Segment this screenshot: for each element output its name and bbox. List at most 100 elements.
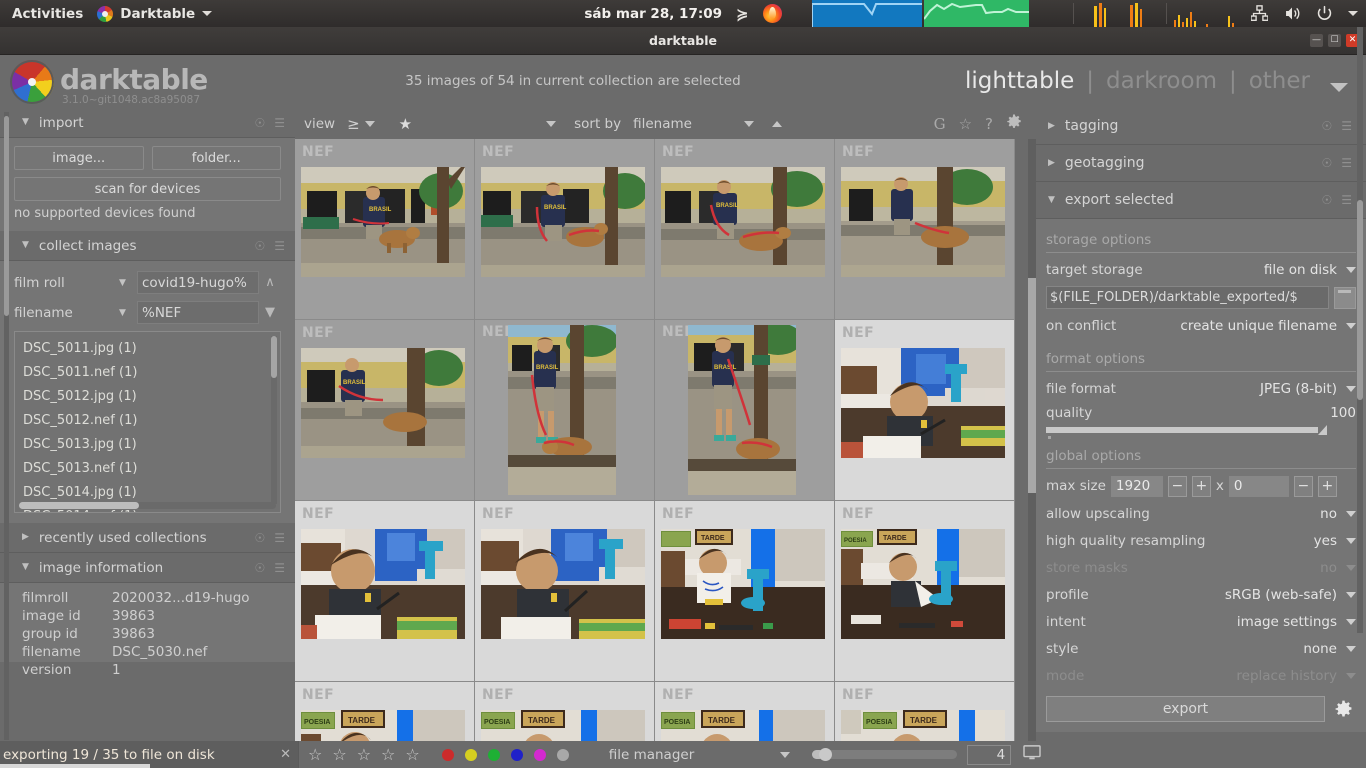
reset-icon[interactable]: ☉ bbox=[1321, 193, 1332, 207]
intent-value[interactable]: image settings bbox=[1237, 614, 1337, 630]
list-item[interactable]: DSC_5012.jpg (1) bbox=[23, 385, 280, 409]
left-panel-scrollbar-thumb[interactable] bbox=[4, 116, 9, 316]
lighttable-thumbnail-grid[interactable]: NEF BRASIL NEF BRASIL NEF BRASIL NEF NEF… bbox=[295, 139, 1028, 741]
allow-upscaling-value[interactable]: no bbox=[1320, 506, 1337, 522]
file-format-value[interactable]: JPEG (8-bit) bbox=[1260, 381, 1337, 397]
thumbnail-cell[interactable]: NEF bbox=[835, 139, 1015, 320]
target-storage-row[interactable]: target storage file on disk bbox=[1046, 256, 1356, 283]
zoom-level-slider[interactable] bbox=[812, 748, 958, 761]
quality-value[interactable]: 100 bbox=[1330, 405, 1356, 421]
layout-mode-label[interactable]: file manager bbox=[609, 747, 695, 763]
list-item[interactable]: DSC_5013.jpg (1) bbox=[23, 433, 280, 457]
style-row[interactable]: style none bbox=[1046, 635, 1356, 662]
store-masks-value[interactable]: no bbox=[1320, 560, 1337, 576]
color-label-yellow[interactable] bbox=[464, 748, 477, 761]
module-header-recently-used-collections[interactable]: ▶ recently used collections ☉ ☰ bbox=[0, 523, 295, 553]
criteria-collapse-icon[interactable]: ∧ bbox=[259, 275, 281, 290]
module-header-image-information[interactable]: ▼ image information ☉ ☰ bbox=[0, 553, 295, 583]
cpu-graph-applet[interactable] bbox=[923, 0, 1029, 27]
criteria-expand-icon[interactable]: ▼ bbox=[259, 305, 281, 320]
rating-filter-chevron-down-icon[interactable] bbox=[546, 120, 557, 127]
thumbnail-cell[interactable]: NEF bbox=[295, 139, 475, 320]
folder-picker-icon[interactable] bbox=[1334, 286, 1356, 309]
presets-menu-icon[interactable]: ☰ bbox=[1341, 156, 1352, 170]
thumbnail-cell[interactable]: NEF POESIA TARDE bbox=[655, 682, 835, 741]
power-icon[interactable] bbox=[1316, 5, 1333, 22]
thumbnail-cell[interactable]: NEF BRASIL bbox=[295, 320, 475, 501]
zotero-indicator-icon[interactable]: ≽ bbox=[736, 5, 749, 23]
preferences-gear-icon[interactable] bbox=[1006, 113, 1022, 134]
criteria-value-filename[interactable]: %NEF bbox=[137, 301, 259, 324]
color-label-green[interactable] bbox=[487, 748, 500, 761]
network-graph-applet[interactable] bbox=[811, 0, 922, 27]
export-progress-toast[interactable]: exporting 19 / 35 to file on disk ✕ bbox=[0, 741, 298, 768]
list-item[interactable]: DSC_5012.nef (1) bbox=[23, 409, 280, 433]
color-label-blue[interactable] bbox=[510, 748, 523, 761]
chevron-down-icon[interactable] bbox=[1346, 645, 1356, 652]
star-4-icon[interactable]: ☆ bbox=[381, 745, 395, 764]
zoom-slider-knob[interactable] bbox=[819, 748, 833, 761]
chevron-down-icon[interactable] bbox=[1348, 11, 1358, 16]
chevron-down-icon[interactable] bbox=[1346, 385, 1356, 392]
close-icon[interactable]: ✕ bbox=[280, 747, 291, 762]
thumbnail-cell[interactable]: NEF bbox=[295, 501, 475, 682]
star-5-icon[interactable]: ☆ bbox=[405, 745, 419, 764]
max-height-decrement-button[interactable]: − bbox=[1293, 475, 1313, 497]
chevron-down-icon[interactable] bbox=[1346, 537, 1356, 544]
filter-operator-label[interactable]: ≥ bbox=[347, 115, 360, 133]
profile-value[interactable]: sRGB (web-safe) bbox=[1225, 587, 1337, 603]
filter-operator-chevron-down-icon[interactable] bbox=[364, 120, 375, 127]
reset-icon[interactable]: ☉ bbox=[254, 531, 265, 545]
thumbnail-cell[interactable]: NEF TARDE bbox=[655, 501, 835, 682]
view-lighttable[interactable]: lighttable bbox=[965, 68, 1074, 94]
star-1-icon[interactable]: ☆ bbox=[308, 745, 322, 764]
on-conflict-value[interactable]: create unique filename bbox=[1180, 318, 1337, 334]
module-header-geotagging[interactable]: ▶ geotagging ☉ ☰ bbox=[1036, 145, 1366, 182]
clock-label[interactable]: sáb mar 28, 17:09 bbox=[584, 6, 722, 22]
reset-icon[interactable]: ☉ bbox=[254, 239, 265, 253]
profile-row[interactable]: profile sRGB (web-safe) bbox=[1046, 581, 1356, 608]
view-other[interactable]: other bbox=[1249, 68, 1310, 94]
maximize-button[interactable]: ☐ bbox=[1328, 34, 1341, 47]
thumbnail-cell[interactable]: NEF bbox=[475, 139, 655, 320]
view-more-chevron-down-icon[interactable] bbox=[1330, 83, 1348, 92]
criteria-value-filmroll[interactable]: covid19-hugo% bbox=[137, 271, 259, 294]
module-header-tagging[interactable]: ▶ tagging ☉ ☰ bbox=[1036, 108, 1366, 145]
high-quality-resampling-row[interactable]: high quality resampling yes bbox=[1046, 527, 1356, 554]
disk-graph-applet[interactable] bbox=[1172, 0, 1254, 27]
presets-menu-icon[interactable]: ☰ bbox=[274, 239, 285, 253]
thumbnail-cell[interactable]: NEF POESIA TARDE bbox=[295, 682, 475, 741]
export-path-input[interactable]: $(FILE_FOLDER)/darktable_exported/$ bbox=[1046, 286, 1329, 309]
scan-for-devices-button[interactable]: scan for devices bbox=[14, 177, 281, 201]
zoom-level-value[interactable]: 4 bbox=[967, 744, 1012, 765]
reset-icon[interactable]: ☉ bbox=[254, 561, 265, 575]
chevron-down-icon[interactable] bbox=[1346, 672, 1356, 679]
chevron-down-icon[interactable] bbox=[1346, 510, 1356, 517]
thumbnail-cell[interactable]: NEF BRASIL bbox=[655, 139, 835, 320]
grid-scrollbar-thumb[interactable] bbox=[1028, 278, 1036, 493]
export-button[interactable]: export bbox=[1046, 696, 1325, 722]
activities-button[interactable]: Activities bbox=[0, 6, 97, 22]
target-storage-value[interactable]: file on disk bbox=[1264, 262, 1337, 278]
sort-by-chevron-down-icon[interactable] bbox=[743, 120, 754, 127]
reset-icon[interactable]: ☉ bbox=[1321, 119, 1332, 133]
store-masks-row[interactable]: store masks no bbox=[1046, 554, 1356, 581]
thumbnail-cell[interactable]: NEF bbox=[655, 320, 835, 501]
presets-menu-icon[interactable]: ☰ bbox=[274, 116, 285, 130]
max-height-input[interactable]: 0 bbox=[1228, 475, 1289, 497]
chevron-down-icon[interactable] bbox=[1346, 266, 1356, 273]
color-label-red[interactable] bbox=[441, 748, 454, 761]
color-label-purple[interactable] bbox=[533, 748, 546, 761]
thumbnail-cell[interactable]: NEF bbox=[475, 501, 655, 682]
thumbnail-cell[interactable]: NEF POESIA TARDE bbox=[475, 682, 655, 741]
minimize-button[interactable]: — bbox=[1310, 34, 1323, 47]
app-menu-darktable[interactable]: Darktable bbox=[97, 5, 213, 22]
max-width-input[interactable]: 1920 bbox=[1110, 475, 1163, 497]
quality-slider-knob[interactable] bbox=[1318, 425, 1327, 435]
style-value[interactable]: none bbox=[1303, 641, 1337, 657]
criteria-dropdown-icon[interactable]: ▼ bbox=[119, 308, 137, 318]
intent-row[interactable]: intent image settings bbox=[1046, 608, 1356, 635]
right-panel-scrollbar-thumb[interactable] bbox=[1357, 200, 1363, 400]
max-width-decrement-button[interactable]: − bbox=[1167, 475, 1187, 497]
import-image-button[interactable]: image... bbox=[14, 146, 144, 170]
